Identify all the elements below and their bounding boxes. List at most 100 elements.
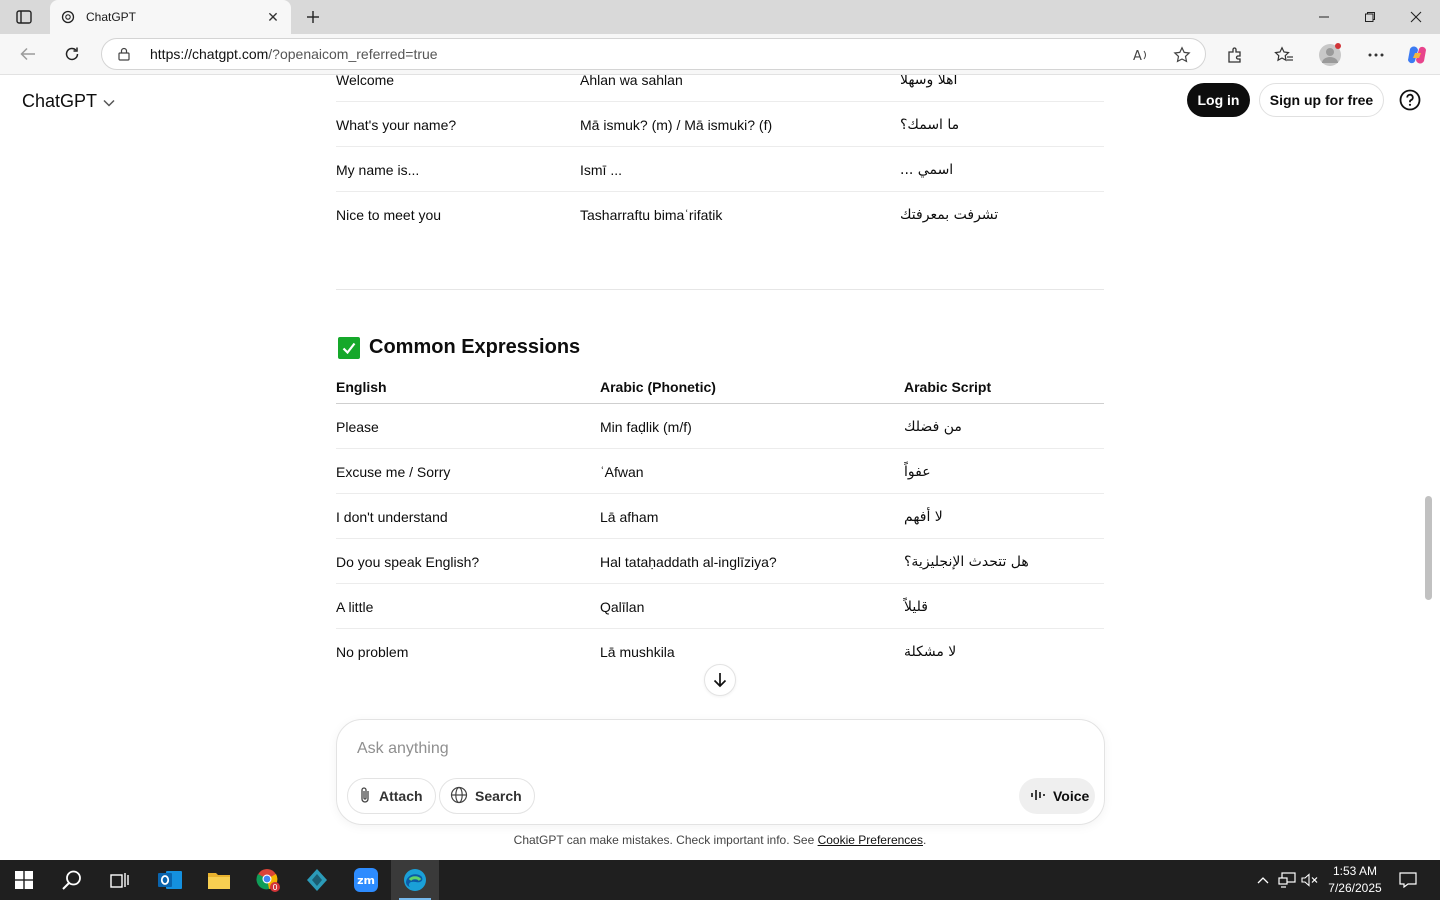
table-row: Please Min faḍlik (m/f) من فضلك xyxy=(336,404,1104,449)
voice-label: Voice xyxy=(1053,788,1090,804)
attach-button[interactable]: Attach xyxy=(347,778,436,814)
chrome-icon[interactable]: 0 xyxy=(244,860,292,900)
browser-tab-bar: ChatGPT ✕ xyxy=(0,0,1440,34)
copilot-icon[interactable] xyxy=(1405,43,1429,67)
cell-phonetic: Lā afham xyxy=(600,509,659,525)
cell-script: لا مشكلة xyxy=(904,644,957,660)
clock-time: 1:53 AM xyxy=(1332,864,1378,878)
profile-avatar[interactable] xyxy=(1318,43,1342,67)
start-windows-icon[interactable] xyxy=(0,860,48,900)
lock-icon xyxy=(118,46,132,62)
cell-english: No problem xyxy=(336,644,409,660)
paperclip-icon xyxy=(358,786,372,807)
tab-title: ChatGPT xyxy=(86,10,137,24)
login-button[interactable]: Log in xyxy=(1187,83,1250,117)
svg-text:zm: zm xyxy=(357,874,375,887)
voice-waveform-icon xyxy=(1030,788,1046,805)
notifications-icon[interactable] xyxy=(1394,860,1422,900)
minimize-button[interactable] xyxy=(1301,0,1347,34)
extensions-icon[interactable] xyxy=(1223,43,1247,67)
show-hidden-icons-icon[interactable] xyxy=(1252,860,1274,900)
search-button[interactable]: Search xyxy=(439,778,535,814)
scroll-to-bottom-button[interactable] xyxy=(704,664,736,696)
table-row: Welcome Ahlan wa sahlan اهلا وسهلا xyxy=(336,75,1104,102)
svg-text:A: A xyxy=(1133,49,1142,62)
cookie-preferences-link[interactable]: Cookie Preferences xyxy=(818,833,923,847)
section-title: Common Expressions xyxy=(369,336,581,358)
cell-script: عفواً xyxy=(904,464,931,480)
signup-button[interactable]: Sign up for free xyxy=(1259,83,1384,117)
new-tab-button[interactable] xyxy=(300,4,326,30)
page-scrollbar[interactable] xyxy=(1425,496,1432,600)
cell-english: Please xyxy=(336,419,379,435)
url-field[interactable]: https://chatgpt.com/?openaicom_referred=… xyxy=(101,38,1206,70)
cell-english: Do you speak English? xyxy=(336,554,480,570)
volume-muted-icon[interactable] xyxy=(1299,860,1321,900)
task-view-icon[interactable] xyxy=(96,860,144,900)
cell-english: I don't understand xyxy=(336,509,448,525)
favorites-icon[interactable] xyxy=(1272,43,1296,67)
header-phonetic: Arabic (Phonetic) xyxy=(600,379,716,395)
cell-phonetic: Ismī ... xyxy=(580,162,622,178)
tab-actions-icon[interactable] xyxy=(10,6,38,28)
cell-english: What's your name? xyxy=(336,117,457,133)
header-script: Arabic Script xyxy=(904,379,992,395)
cell-phonetic: Qalīlan xyxy=(600,599,645,615)
cell-script: من فضلك xyxy=(904,419,962,435)
brand-label: ChatGPT xyxy=(22,91,98,111)
url-text: https://chatgpt.com/?openaicom_referred=… xyxy=(150,46,438,62)
globe-icon xyxy=(450,786,468,807)
restore-button[interactable] xyxy=(1347,0,1393,34)
cell-script: لا أفهم xyxy=(904,509,943,525)
table-row: A little Qalīlan قليلاً xyxy=(336,584,1104,629)
table-row: I don't understand Lā afham لا أفهم xyxy=(336,494,1104,539)
tab-close-icon[interactable]: ✕ xyxy=(265,9,281,25)
table-row: What's your name? Mā ismuk? (m) / Mā ism… xyxy=(336,102,1104,147)
outlook-icon[interactable] xyxy=(146,860,194,900)
brand-menu[interactable]: ChatGPT xyxy=(22,91,115,112)
section-divider xyxy=(336,289,1104,290)
section-heading: Common Expressions xyxy=(338,336,580,359)
footer-disclaimer: ChatGPT can make mistakes. Check importa… xyxy=(4,833,1436,847)
header-english: English xyxy=(336,379,387,395)
taskbar-search-icon[interactable] xyxy=(48,860,96,900)
network-icon[interactable] xyxy=(1276,860,1298,900)
cell-script: تشرفت بمعرفتك xyxy=(900,207,999,223)
cell-phonetic: Mā ismuk? (m) / Mā ismuki? (f) xyxy=(580,117,773,133)
zoom-icon[interactable]: zm xyxy=(342,860,390,900)
file-explorer-icon[interactable] xyxy=(195,860,243,900)
cell-english: Excuse me / Sorry xyxy=(336,464,451,480)
cell-english: Nice to meet you xyxy=(336,207,442,223)
help-icon[interactable] xyxy=(1399,89,1421,111)
refresh-button[interactable] xyxy=(57,40,87,68)
cell-script: قليلاً xyxy=(904,599,928,615)
table-row: Excuse me / Sorry ʿAfwan عفواً xyxy=(336,449,1104,494)
table-row: My name is... Ismī ... اسمي ... xyxy=(336,147,1104,192)
table-header: English Arabic (Phonetic) Arabic Script xyxy=(336,373,1104,404)
close-window-button[interactable] xyxy=(1393,0,1439,34)
read-aloud-icon[interactable]: A xyxy=(1132,45,1152,65)
cell-english: My name is... xyxy=(336,162,420,178)
prompt-input[interactable]: Ask anything xyxy=(357,740,449,758)
chatgpt-favicon-icon xyxy=(60,9,76,25)
check-mark-icon xyxy=(338,336,360,359)
cell-english: Welcome xyxy=(336,75,395,88)
voice-button[interactable]: Voice xyxy=(1019,778,1095,814)
browser-tab-chatgpt[interactable]: ChatGPT ✕ xyxy=(50,0,291,34)
cell-phonetic: Tasharraftu bimaʿrifatik xyxy=(580,207,723,223)
app-diamond-icon[interactable] xyxy=(293,860,341,900)
back-button[interactable] xyxy=(13,40,43,68)
chrome-badge: 0 xyxy=(272,883,277,892)
cell-phonetic: Hal tataḥaddath al-inglīziya? xyxy=(600,554,777,570)
table-row: Do you speak English? Hal tataḥaddath al… xyxy=(336,539,1104,584)
chevron-down-icon xyxy=(103,91,115,112)
cell-script: ما اسمك؟ xyxy=(900,117,960,133)
more-menu-icon[interactable] xyxy=(1364,43,1388,67)
message-composer[interactable]: Ask anything Attach Search Voice xyxy=(336,719,1105,825)
cell-script: اسمي ... xyxy=(900,162,954,178)
favorite-star-icon[interactable] xyxy=(1172,45,1192,65)
edge-icon[interactable] xyxy=(391,860,439,900)
search-label: Search xyxy=(475,788,522,804)
attach-label: Attach xyxy=(379,788,423,804)
system-clock[interactable]: 1:53 AM 7/26/2025 xyxy=(1322,863,1388,897)
